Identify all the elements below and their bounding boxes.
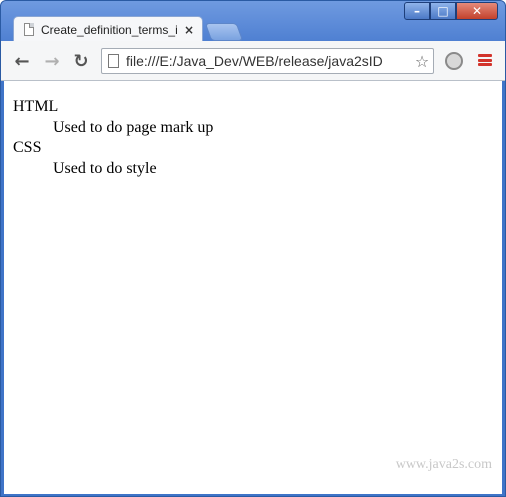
close-window-button[interactable]: ✕ <box>456 2 498 20</box>
maximize-icon: □ <box>437 4 449 18</box>
browser-tab[interactable]: Create_definition_terms_i × <box>13 16 203 42</box>
title-bar: – □ ✕ Create_definition_terms_i × <box>1 1 505 42</box>
document-icon <box>24 23 34 36</box>
hamburger-menu-icon[interactable] <box>478 54 492 66</box>
close-icon: ✕ <box>471 4 483 18</box>
minimize-button[interactable]: – <box>404 2 430 20</box>
browser-toolbar: ← → ↻ file:///E:/Java_Dev/WEB/release/ja… <box>1 41 505 81</box>
maximize-button[interactable]: □ <box>430 2 456 20</box>
browser-window: – □ ✕ Create_definition_terms_i × ← → ↻ … <box>0 0 506 497</box>
address-text[interactable]: file:///E:/Java_Dev/WEB/release/java2sID <box>126 53 411 69</box>
page-icon <box>108 54 119 68</box>
window-controls: – □ ✕ <box>404 2 498 20</box>
tab-close-icon[interactable]: × <box>184 23 194 37</box>
tab-title: Create_definition_terms_i <box>41 22 178 37</box>
reload-icon: ↻ <box>73 50 89 72</box>
back-arrow-icon: ← <box>14 50 30 72</box>
back-button[interactable]: ← <box>11 50 33 72</box>
new-tab-button[interactable] <box>204 23 244 41</box>
extension-icon[interactable] <box>445 52 463 70</box>
address-bar[interactable]: file:///E:/Java_Dev/WEB/release/java2sID… <box>101 48 434 74</box>
definition-description: Used to do page mark up <box>53 119 214 136</box>
minimize-icon: – <box>414 4 420 18</box>
definition-term: CSS <box>13 139 42 156</box>
reload-button[interactable]: ↻ <box>70 50 92 72</box>
definition-list: HTML Used to do page mark up CSS Used to… <box>13 97 502 179</box>
definition-term: HTML <box>13 98 59 115</box>
forward-button[interactable]: → <box>41 50 63 72</box>
watermark: www.java2s.com <box>395 457 492 472</box>
page-content: HTML Used to do page mark up CSS Used to… <box>4 81 502 494</box>
definition-description: Used to do style <box>53 160 157 177</box>
forward-arrow-icon: → <box>44 50 60 72</box>
bookmark-star-icon[interactable]: ☆ <box>411 52 433 71</box>
